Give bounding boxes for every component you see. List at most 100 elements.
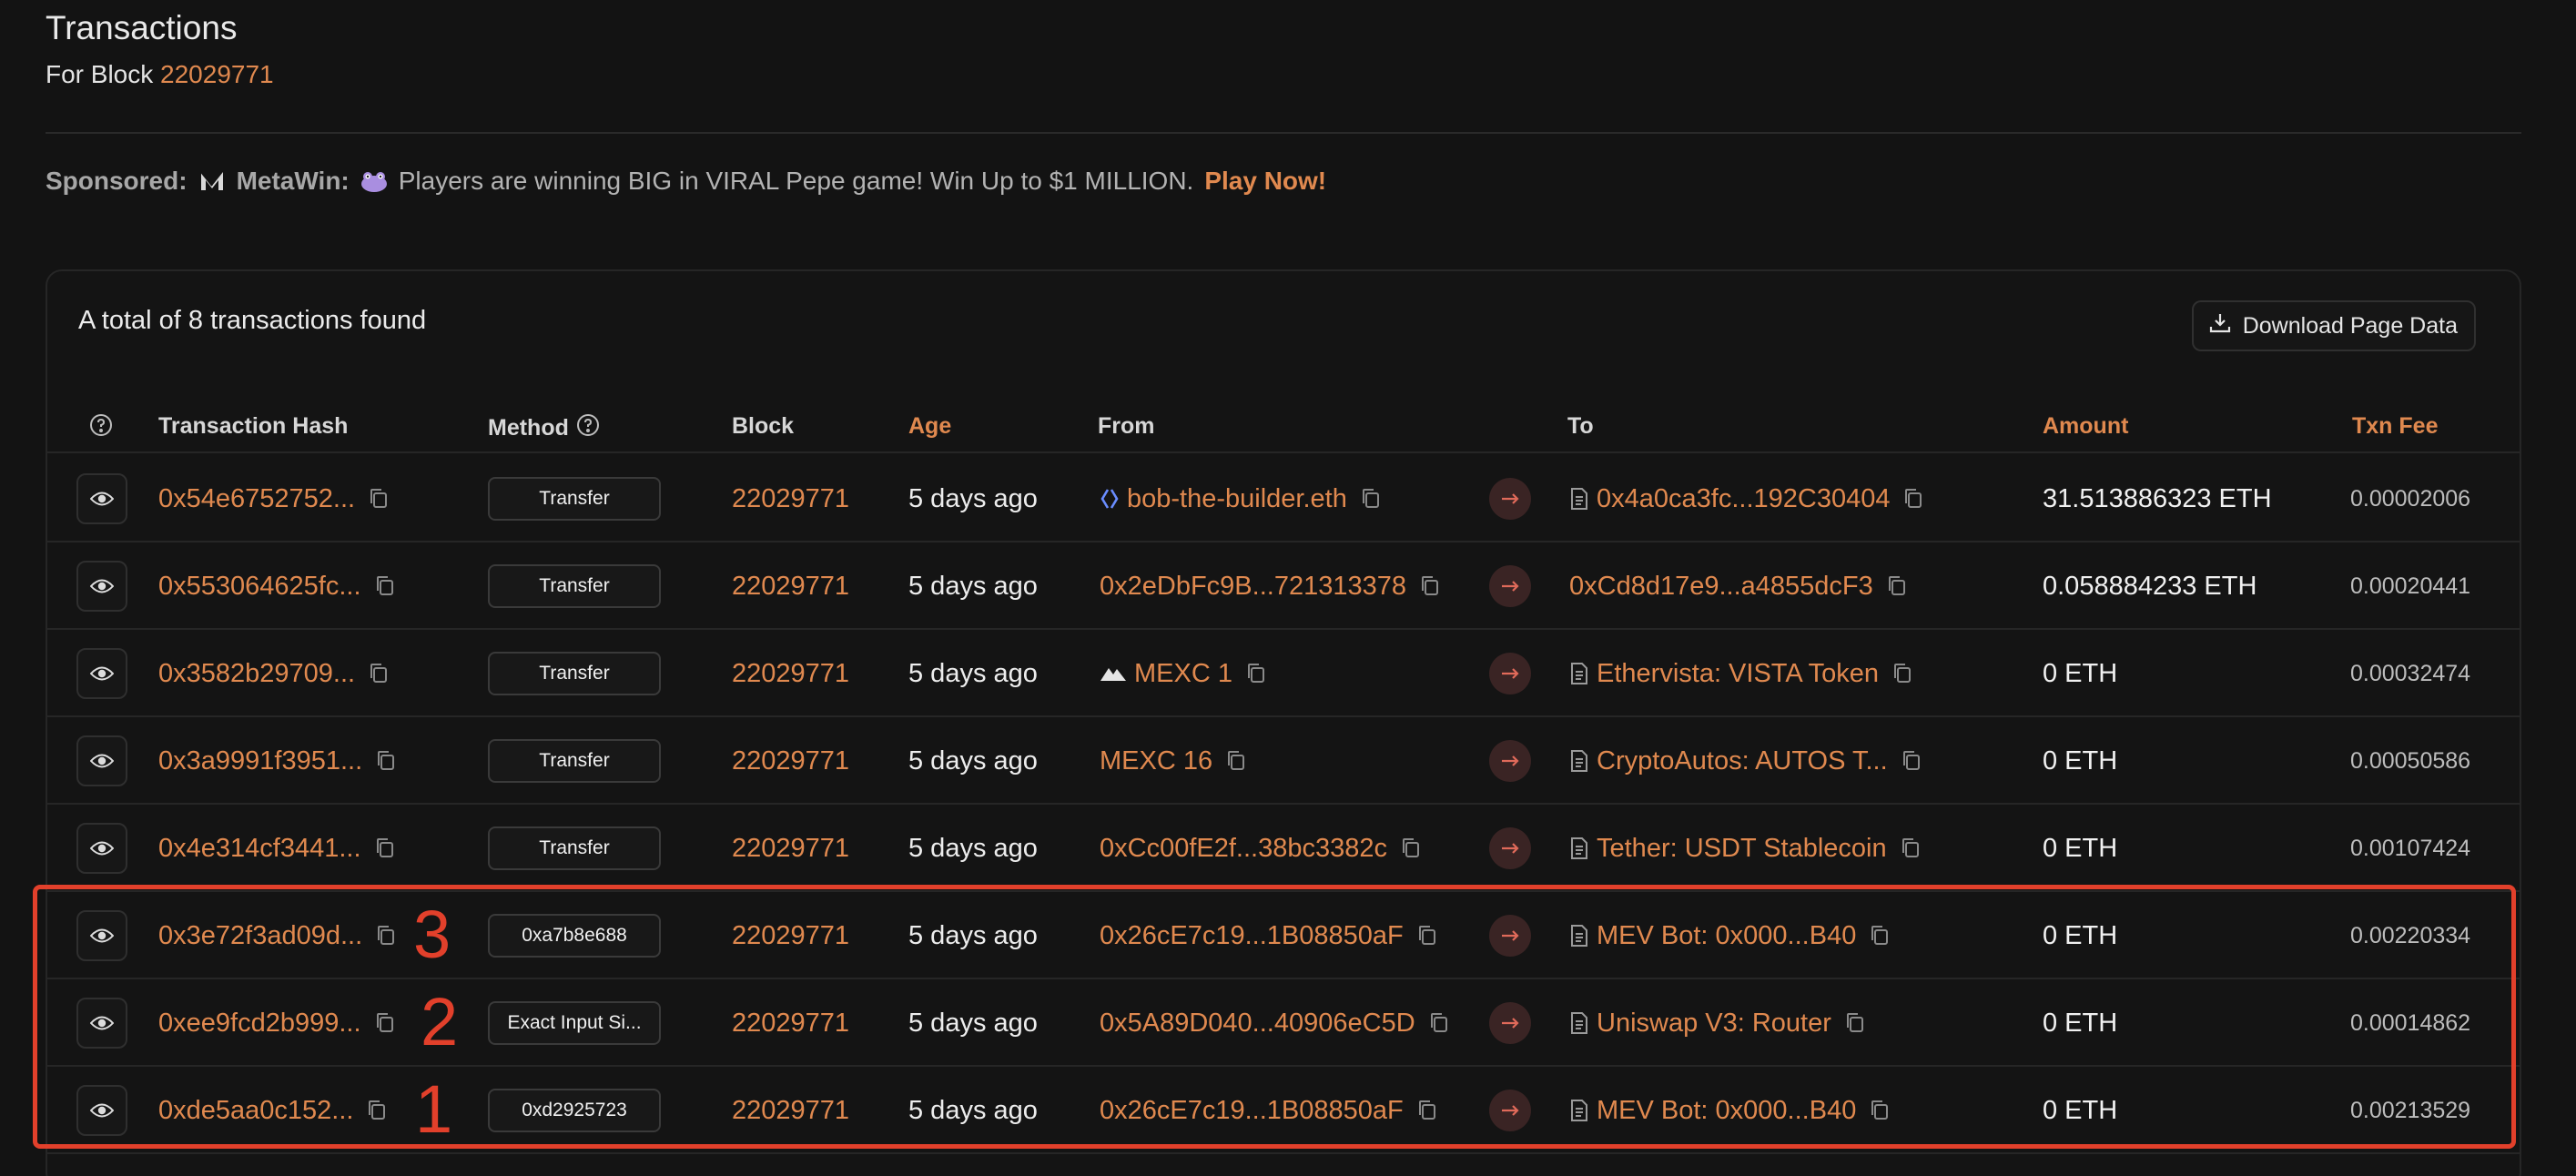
transaction-hash-link[interactable]: 0x54e6752752... [158, 484, 355, 514]
copy-icon[interactable] [375, 924, 397, 948]
download-page-data-button[interactable]: Download Page Data [2191, 300, 2476, 351]
block-link[interactable]: 22029771 [732, 572, 849, 602]
from-address-link[interactable]: MEXC 1 [1134, 659, 1232, 689]
transaction-hash-link[interactable]: 0xee9fcd2b999... [158, 1009, 361, 1039]
sponsor-banner: Sponsored: MetaWin: Players are winning … [46, 167, 1326, 196]
table-row: 0x3a9991f3951... Transfer 22029771 5 days a… [47, 717, 2520, 805]
copy-icon[interactable] [1886, 574, 1908, 598]
row-preview-cell [76, 717, 127, 805]
to-address-link[interactable]: MEV Bot: 0x000...B40 [1597, 1096, 1856, 1126]
age-text: 5 days ago [908, 1008, 1038, 1038]
copy-icon[interactable] [1869, 924, 1891, 948]
block-link[interactable]: 22029771 [732, 1096, 849, 1126]
method-info-icon[interactable] [576, 413, 600, 443]
from-address-link[interactable]: 0xCc00fE2f...38bc3382c [1100, 834, 1387, 864]
to-address-link[interactable]: Ethervista: VISTA Token [1597, 659, 1879, 689]
block-link[interactable]: 22029771 [732, 1009, 849, 1039]
txn-fee-value: 0.00020441 [2350, 573, 2471, 599]
copy-icon[interactable] [1869, 1099, 1891, 1122]
to-address-link[interactable]: MEV Bot: 0x000...B40 [1597, 921, 1856, 951]
from-address-link[interactable]: 0x26cE7c19...1B08850aF [1100, 921, 1404, 951]
transaction-hash-link[interactable]: 0x553064625fc... [158, 572, 361, 602]
copy-icon[interactable] [368, 487, 390, 511]
copy-icon[interactable] [1400, 836, 1422, 860]
amount-cell: 31.513886323 ETH [2043, 455, 2272, 542]
transaction-hash-link[interactable]: 0x4e314cf3441... [158, 834, 361, 864]
from-cell: 0x2eDbFc9B...721313378 [1100, 542, 1441, 630]
copy-icon[interactable] [1245, 662, 1267, 685]
from-cell: 0xCc00fE2f...38bc3382c [1100, 805, 1422, 892]
from-address-link[interactable]: bob-the-builder.eth [1127, 484, 1347, 514]
copy-icon[interactable] [1360, 487, 1382, 511]
to-address-link[interactable]: Uniswap V3: Router [1597, 1009, 1831, 1039]
eye-icon[interactable] [76, 910, 127, 961]
amount-value: 0 ETH [2043, 658, 2118, 688]
from-address-link[interactable]: 0x26cE7c19...1B08850aF [1100, 1096, 1404, 1126]
from-address-link[interactable]: 0x5A89D040...40906eC5D [1100, 1009, 1415, 1039]
sponsor-brand[interactable]: MetaWin: [237, 167, 350, 196]
copy-icon[interactable] [1900, 836, 1922, 860]
copy-icon[interactable] [366, 1099, 388, 1122]
copy-icon[interactable] [1428, 1011, 1450, 1035]
col-txn-fee[interactable]: Txn Fee [2352, 413, 2438, 440]
transaction-hash-link[interactable]: 0x3582b29709... [158, 659, 355, 689]
col-amount[interactable]: Amount [2043, 413, 2128, 440]
help-icon[interactable] [89, 413, 113, 437]
eye-icon[interactable] [76, 561, 127, 612]
eye-icon[interactable] [76, 998, 127, 1049]
copy-icon[interactable] [368, 662, 390, 685]
transaction-hash-link[interactable]: 0xde5aa0c152... [158, 1096, 353, 1126]
copy-icon[interactable] [1416, 1099, 1438, 1122]
transaction-hash-link[interactable]: 0x3e72f3ad09d... [158, 921, 362, 951]
to-cell: MEV Bot: 0x000...B40 [1569, 1067, 1891, 1154]
arrow-right-icon [1489, 1090, 1531, 1131]
row-preview-cell [76, 892, 127, 979]
age-text: 5 days ago [908, 571, 1038, 601]
method-cell: Transfer [488, 805, 661, 892]
copy-icon[interactable] [374, 836, 396, 860]
copy-icon[interactable] [1419, 574, 1441, 598]
eye-icon[interactable] [76, 648, 127, 699]
copy-icon[interactable] [1891, 662, 1913, 685]
page-title: Transactions [46, 9, 238, 46]
block-link[interactable]: 22029771 [732, 921, 849, 951]
annotation-label-3: 3 [413, 897, 451, 972]
fee-cell: 0.00014862 [2350, 979, 2470, 1067]
hash-cell: 0xde5aa0c152... [158, 1067, 388, 1154]
copy-icon[interactable] [1901, 749, 1922, 773]
block-link[interactable]: 22029771 [732, 746, 849, 776]
block-link[interactable]: 22029771 [732, 834, 849, 864]
eye-icon[interactable] [76, 823, 127, 874]
block-link[interactable]: 22029771 [160, 60, 274, 88]
fee-cell: 0.00020441 [2350, 542, 2470, 630]
block-link[interactable]: 22029771 [732, 484, 849, 514]
eye-icon[interactable] [76, 473, 127, 524]
copy-icon[interactable] [374, 1011, 396, 1035]
download-icon [2208, 311, 2232, 341]
block-link[interactable]: 22029771 [732, 659, 849, 689]
method-cell: Transfer [488, 717, 661, 805]
age-cell: 5 days ago [908, 630, 1038, 717]
copy-icon[interactable] [1902, 487, 1924, 511]
copy-icon[interactable] [1416, 924, 1438, 948]
from-address-link[interactable]: 0x2eDbFc9B...721313378 [1100, 572, 1406, 602]
copy-icon[interactable] [1225, 749, 1247, 773]
col-age[interactable]: Age [908, 413, 951, 440]
copy-icon[interactable] [1844, 1011, 1866, 1035]
to-address-link[interactable]: 0x4a0ca3fc...192C30404 [1597, 484, 1890, 514]
to-address-link[interactable]: Tether: USDT Stablecoin [1597, 834, 1887, 864]
direction-cell [1489, 892, 1531, 979]
arrow-right-icon [1489, 915, 1531, 957]
transaction-hash-link[interactable]: 0x3a9991f3951... [158, 746, 362, 776]
eye-icon[interactable] [76, 1085, 127, 1136]
age-text: 5 days ago [908, 920, 1038, 950]
block-cell: 22029771 [732, 1067, 849, 1154]
to-address-link[interactable]: 0xCd8d17e9...a4855dcF3 [1569, 572, 1873, 602]
play-now-link[interactable]: Play Now! [1204, 167, 1326, 196]
from-address-link[interactable]: MEXC 16 [1100, 746, 1212, 776]
copy-icon[interactable] [374, 574, 396, 598]
to-address-link[interactable]: CryptoAutos: AUTOS T... [1597, 746, 1888, 776]
annotation-label-1: 1 [415, 1071, 453, 1147]
eye-icon[interactable] [76, 735, 127, 786]
copy-icon[interactable] [375, 749, 397, 773]
